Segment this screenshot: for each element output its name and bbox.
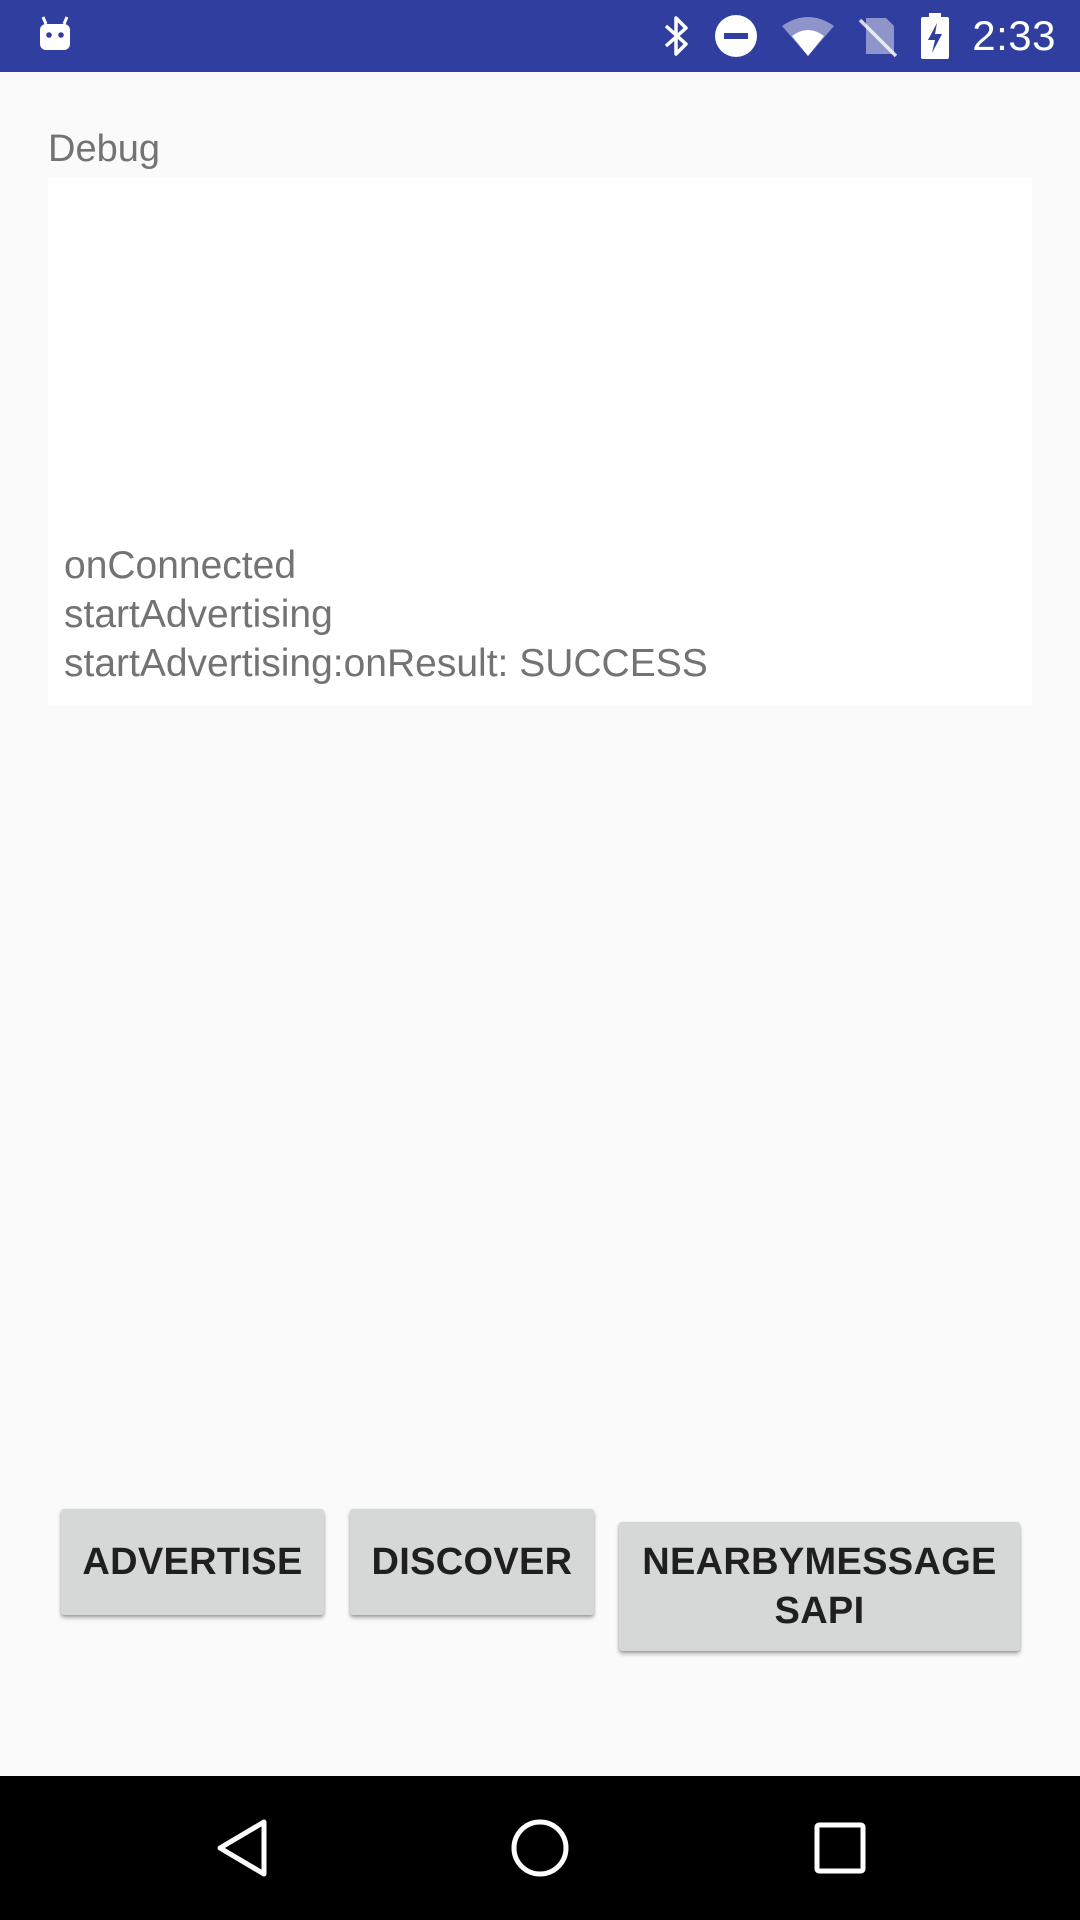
bluetooth-icon (662, 14, 692, 58)
android-app-icon (38, 14, 72, 54)
debug-log-line: onConnected (64, 544, 297, 587)
navigation-bar (0, 1776, 1080, 1920)
status-bar: 2:33 (0, 0, 1080, 72)
recents-icon[interactable] (812, 1818, 868, 1883)
home-icon[interactable] (510, 1818, 570, 1883)
status-icons: 2:33 (662, 0, 1056, 72)
wifi-icon (780, 14, 836, 58)
nearby-button-label-line2: SAPI (774, 1589, 865, 1632)
debug-log-lines: onConnected startAdvertising startAdvert… (64, 541, 708, 688)
discover-button-label: DISCOVER (371, 1540, 573, 1583)
nearby-messages-api-button[interactable]: NEARBYMESSAGE SAPI (619, 1522, 1020, 1651)
status-clock: 2:33 (972, 12, 1056, 59)
debug-label: Debug (48, 128, 160, 170)
do-not-disturb-icon (714, 14, 758, 58)
discover-button[interactable]: DISCOVER (350, 1509, 594, 1615)
advertise-button-label: ADVERTISE (82, 1540, 303, 1583)
nearby-button-label-line1: NEARBYMESSAGE (642, 1540, 997, 1583)
battery-charging-icon (920, 12, 950, 60)
back-icon[interactable] (214, 1818, 270, 1883)
debug-log-line: startAdvertising:onResult: SUCCESS (64, 642, 708, 685)
debug-log-line: startAdvertising (64, 593, 333, 636)
no-sim-icon (858, 14, 898, 58)
advertise-button[interactable]: ADVERTISE (61, 1509, 324, 1615)
debug-log-panel[interactable]: onConnected startAdvertising startAdvert… (48, 178, 1032, 706)
